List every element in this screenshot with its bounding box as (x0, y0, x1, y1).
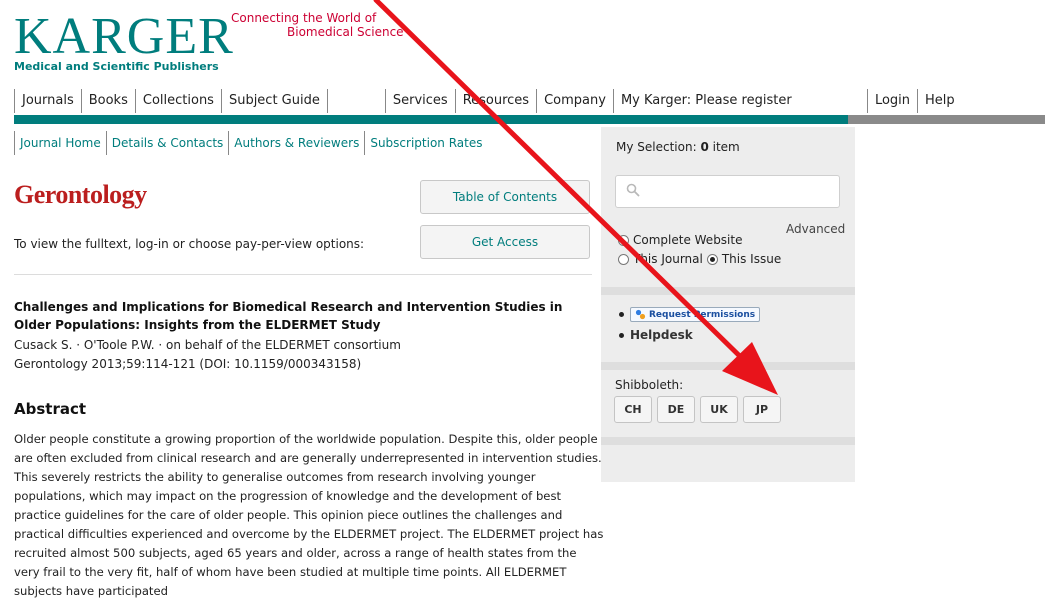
subnav-details-contacts[interactable]: Details & Contacts (105, 131, 229, 155)
nav-login[interactable]: Login (866, 89, 917, 113)
list-item: Helpdesk (619, 328, 760, 342)
selection-prefix: My Selection: (616, 140, 701, 154)
permissions-icon (635, 309, 646, 320)
sidebar-separator (601, 362, 855, 370)
logo-wordmark: KARGER (14, 8, 234, 65)
right-sidebar: My Selection: 0 item Advanced Complete W… (601, 127, 855, 482)
nav-services[interactable]: Services (384, 89, 455, 113)
tagline: Connecting the World of Biomedical Scien… (231, 11, 431, 39)
sidebar-links: Request Permissions Helpdesk (619, 307, 761, 348)
divider (14, 274, 592, 275)
abstract-heading: Abstract (14, 400, 87, 418)
access-prompt: To view the fulltext, log-in or choose p… (14, 237, 365, 251)
shibboleth-uk-button[interactable]: UK (700, 396, 738, 423)
shibboleth-jp-button[interactable]: JP (743, 396, 781, 423)
selection-suffix: item (708, 140, 740, 154)
my-selection[interactable]: My Selection: 0 item (616, 140, 740, 154)
article-authors: Cusack S. · O'Toole P.W. · on behalf of … (14, 338, 401, 352)
karger-logo[interactable]: KARGER Medical and Scientific Publishers (14, 8, 234, 74)
shibboleth-ch-button[interactable]: CH (614, 396, 652, 423)
nav-subject-guide[interactable]: Subject Guide (220, 89, 327, 113)
scope-complete-website[interactable]: Complete Website (618, 233, 742, 247)
nav-resources[interactable]: Resources (454, 89, 536, 113)
nav-rule-teal (14, 115, 848, 124)
nav-rule-grey (848, 115, 1045, 124)
scope-options: This Journal This Issue (618, 252, 781, 266)
tagline-line-1: Connecting the World of (231, 11, 377, 25)
subnav-subscription-rates[interactable]: Subscription Rates (364, 131, 487, 155)
nav-journals[interactable]: Journals (14, 89, 81, 113)
journal-subnav: Journal Home Details & Contacts Authors … (14, 131, 487, 155)
nav-my-karger[interactable]: My Karger: Please register (612, 89, 867, 113)
nav-help[interactable]: Help (917, 89, 962, 113)
scope-complete-label: Complete Website (633, 233, 743, 247)
sidebar-separator (601, 437, 855, 445)
request-permissions-label: Request Permissions (649, 309, 756, 320)
shibboleth-buttons: CH DE UK JP (614, 396, 781, 423)
nav-books[interactable]: Books (80, 89, 135, 113)
nav-spacer (326, 89, 385, 113)
abstract-text: Older people constitute a growing propor… (14, 432, 604, 598)
nav-collections[interactable]: Collections (134, 89, 221, 113)
search-icon (626, 183, 640, 197)
list-item: Request Permissions (619, 307, 761, 322)
request-permissions-button[interactable]: Request Permissions (630, 307, 761, 322)
bullet (619, 312, 624, 317)
subnav-authors-reviewers[interactable]: Authors & Reviewers (228, 131, 364, 155)
radio-this-issue[interactable] (706, 253, 718, 265)
bullet (619, 332, 624, 338)
top-navigation: Journals Books Collections Subject Guide… (14, 89, 962, 113)
search-input[interactable] (615, 175, 840, 208)
nav-company[interactable]: Company (536, 89, 613, 113)
tagline-line-2: Biomedical Science (287, 25, 404, 39)
article-title: Challenges and Implications for Biomedic… (14, 300, 563, 332)
get-access-button[interactable]: Get Access (420, 225, 590, 259)
selection-count: 0 (700, 140, 709, 154)
table-of-contents-button[interactable]: Table of Contents (420, 180, 590, 214)
journal-title[interactable]: Gerontology (14, 180, 147, 210)
radio-complete-website[interactable] (618, 234, 629, 246)
shibboleth-label: Shibboleth: (615, 378, 684, 392)
sidebar-separator (601, 287, 855, 295)
radio-this-journal[interactable] (618, 253, 629, 265)
advanced-search-link[interactable]: Advanced (786, 222, 845, 236)
scope-journal-label: This Journal (633, 252, 703, 266)
subnav-journal-home[interactable]: Journal Home (14, 131, 106, 155)
helpdesk-link[interactable]: Helpdesk (630, 328, 693, 342)
scope-issue-label: This Issue (721, 252, 782, 266)
shibboleth-de-button[interactable]: DE (657, 396, 695, 423)
article-citation: Gerontology 2013;59:114-121 (DOI: 10.115… (14, 357, 362, 371)
